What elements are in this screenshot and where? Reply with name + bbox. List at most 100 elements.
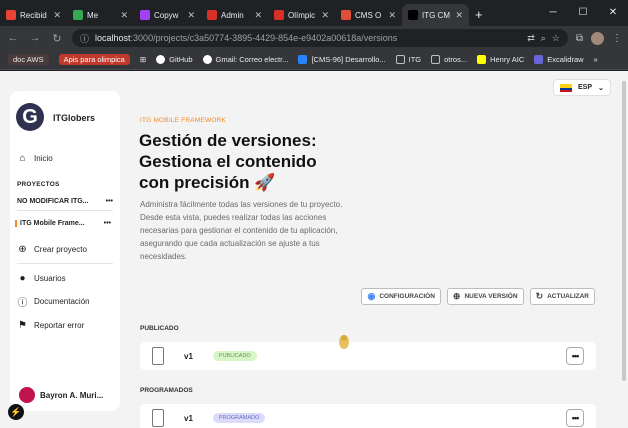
browser-tab[interactable]: CMS O ✕ xyxy=(335,4,402,26)
user-icon: ● xyxy=(19,273,26,284)
button-label: ACTUALIZAR xyxy=(547,293,589,300)
user-name: Bayron A. Muri... xyxy=(40,390,104,400)
bookmark-excalidraw[interactable]: Excalidraw xyxy=(534,55,584,64)
tab-favicon-icon xyxy=(408,10,418,20)
new-tab-icon[interactable]: + xyxy=(469,7,489,26)
bookmark-itg[interactable]: ITG xyxy=(395,55,422,64)
scheduled-version-card[interactable]: v1 PROGRAMADO ••• xyxy=(140,404,596,428)
sidebar-item-label: Reportar error xyxy=(34,321,85,330)
project-name: NO MODIFICAR ITG... xyxy=(17,198,89,205)
close-tab-icon[interactable]: ✕ xyxy=(321,10,329,21)
title-line: Gestiona el contenido xyxy=(139,152,317,171)
brand-name: ITGlobers xyxy=(53,113,96,123)
tab-title: Admin xyxy=(221,10,244,20)
zoom-icon[interactable]: ⌕ xyxy=(541,33,546,44)
browser-tab[interactable]: Olímpic ✕ xyxy=(268,4,335,26)
current-user[interactable]: Bayron A. Muri... xyxy=(19,387,103,403)
button-label: CONFIGURACIÓN xyxy=(379,293,435,300)
tab-favicon-icon xyxy=(341,10,351,20)
menu-icon[interactable]: ⋮ xyxy=(612,33,622,44)
sidebar-item-label: Documentación xyxy=(34,297,90,306)
project-more-icon[interactable]: ••• xyxy=(104,220,111,227)
mobile-device-icon xyxy=(152,347,164,365)
address-bar: ← → ↻ ⓘ localhost:3000/projects/c3a50774… xyxy=(0,26,628,50)
close-tab-icon[interactable]: ✕ xyxy=(388,10,396,21)
reload-icon[interactable]: ↻ xyxy=(50,32,64,45)
browser-tab[interactable]: ITG CM ✕ xyxy=(402,4,469,26)
language-selector[interactable]: ESP ⌄ xyxy=(553,79,611,96)
tab-favicon-icon xyxy=(207,10,217,20)
tab-title: Olímpic xyxy=(288,10,316,20)
minimize-icon[interactable]: ─ xyxy=(538,0,568,24)
configuration-button[interactable]: ◉ CONFIGURACIÓN xyxy=(361,288,441,305)
bookmark-otros[interactable]: otros... xyxy=(431,55,467,64)
title-line: con precisión 🚀 xyxy=(139,173,276,192)
bookmark-gmail[interactable]: Gmail: Correo electr... xyxy=(202,55,289,64)
version-name: v1 xyxy=(184,413,193,423)
bookmark-cms96[interactable]: [CMS-96] Desarrollo... xyxy=(298,55,386,64)
button-label: NUEVA VERSIÓN xyxy=(464,293,518,300)
close-tab-icon[interactable]: ✕ xyxy=(187,10,195,21)
bookmark-label: Gmail: Correo electr... xyxy=(215,55,289,64)
close-tab-icon[interactable]: ✕ xyxy=(254,10,262,21)
google-icon xyxy=(202,55,212,64)
bookmark-star-icon[interactable]: ☆ xyxy=(552,33,560,44)
close-tab-icon[interactable]: ✕ xyxy=(455,10,463,21)
new-version-button[interactable]: ⊕ NUEVA VERSIÓN xyxy=(446,288,524,305)
published-version-card[interactable]: v1 PUBLICADO ••• xyxy=(140,342,596,370)
browser-tab[interactable]: Recibid ✕ xyxy=(0,4,67,26)
browser-tab[interactable]: Copyw ✕ xyxy=(134,4,201,26)
forward-icon[interactable]: → xyxy=(28,32,42,44)
tab-favicon-icon xyxy=(6,10,16,20)
create-project-button[interactable]: ⊕ Crear proyecto xyxy=(17,244,87,255)
plus-circle-icon: ⊕ xyxy=(452,291,461,301)
url-host: localhost xyxy=(95,33,131,43)
tab-favicon-icon xyxy=(73,10,83,20)
user-avatar xyxy=(19,387,35,403)
maximize-icon[interactable]: ☐ xyxy=(568,0,598,24)
home-icon: ⌂ xyxy=(19,153,26,164)
divider xyxy=(17,263,113,264)
status-badge: PROGRAMADO xyxy=(212,413,266,423)
more-options-icon[interactable]: ••• xyxy=(566,409,584,427)
profile-avatar[interactable] xyxy=(591,31,604,45)
bookmark-henry[interactable]: Henry AIC xyxy=(477,55,524,64)
bookmark-apis[interactable]: Apis para olimpica xyxy=(58,54,130,65)
scheduled-heading: PROGRAMADOS xyxy=(140,387,193,394)
bookmark-doc-aws[interactable]: doc AWS xyxy=(8,54,49,65)
project-item-no-modificar[interactable]: NO MODIFICAR ITG... ••• xyxy=(17,198,113,205)
browser-tab[interactable]: Me ✕ xyxy=(67,4,134,26)
extensions-icon[interactable]: ⧉ xyxy=(576,33,583,44)
app-page: G ITGlobers ⌂ Inicio PROYECTOS NO MODIFI… xyxy=(0,71,628,428)
devtools-bolt-icon[interactable]: ⚡ xyxy=(8,404,24,420)
sidebar-item-label: Usuarios xyxy=(34,274,66,283)
apps-grid-icon[interactable]: ⊞ xyxy=(140,55,146,64)
translate-icon[interactable]: ⇄ xyxy=(527,33,535,44)
more-bookmarks-icon[interactable]: » xyxy=(594,55,598,64)
sidebar-item-report[interactable]: ⚑ Reportar error xyxy=(17,320,84,331)
sidebar-item-docs[interactable]: ⓘ Documentación xyxy=(17,296,90,309)
projects-heading: PROYECTOS xyxy=(17,181,60,188)
url-field[interactable]: ⓘ localhost:3000/projects/c3a50774-3895-… xyxy=(72,29,568,47)
tab-favicon-icon xyxy=(140,10,150,20)
close-window-icon[interactable]: ✕ xyxy=(598,0,628,24)
chevron-down-icon: ⌄ xyxy=(598,84,604,92)
sidebar-item-home[interactable]: ⌂ Inicio xyxy=(17,153,52,164)
site-info-icon[interactable]: ⓘ xyxy=(80,32,89,45)
scrollbar[interactable] xyxy=(622,81,626,381)
sidebar-item-users[interactable]: ● Usuarios xyxy=(17,273,66,284)
more-options-icon[interactable]: ••• xyxy=(566,347,584,365)
project-more-icon[interactable]: ••• xyxy=(106,198,113,205)
project-item-itg-mobile[interactable]: ITG Mobile Frame... ••• xyxy=(15,220,111,227)
back-icon[interactable]: ← xyxy=(6,32,20,44)
close-tab-icon[interactable]: ✕ xyxy=(53,10,61,21)
close-tab-icon[interactable]: ✕ xyxy=(120,10,128,21)
bookmark-label: ITG xyxy=(408,55,422,64)
bookmark-label: Henry AIC xyxy=(490,55,525,64)
bookmark-github[interactable]: GitHub xyxy=(156,55,193,64)
title-line: Gestión de versiones: xyxy=(139,131,317,150)
update-button[interactable]: ↻ ACTUALIZAR xyxy=(529,288,595,305)
bookmark-label: doc AWS xyxy=(13,55,44,64)
browser-tab[interactable]: Admin ✕ xyxy=(201,4,268,26)
page-description: Administra fácilmente todas las versione… xyxy=(140,200,343,261)
